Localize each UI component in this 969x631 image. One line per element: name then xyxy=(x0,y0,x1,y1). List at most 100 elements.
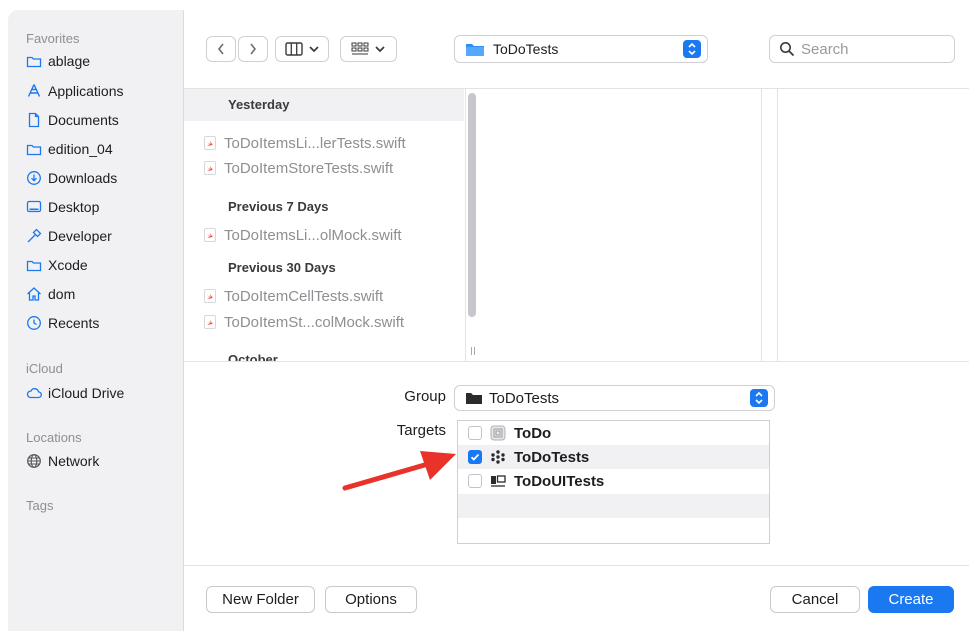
group-header: Previous 30 Days xyxy=(228,260,336,275)
unit-test-target-icon xyxy=(491,450,505,464)
sidebar-section-tags: Tags xyxy=(26,498,54,513)
search-icon xyxy=(780,42,795,57)
clock-icon xyxy=(27,316,41,330)
file-item[interactable]: ToDoItemStoreTests.swift xyxy=(204,156,393,180)
location-label: ToDoTests xyxy=(493,41,559,57)
applications-icon xyxy=(27,84,41,97)
sidebar-item-documents[interactable]: Documents xyxy=(26,107,119,133)
back-button[interactable] xyxy=(206,36,236,62)
sidebar-item-developer[interactable]: Developer xyxy=(26,223,112,249)
chevron-down-icon xyxy=(308,46,319,53)
targets-label: Targets xyxy=(396,422,446,439)
file-browser: Yesterday ToDoItemsLi...lerTests.swift T… xyxy=(184,88,969,362)
target-name: ToDo xyxy=(514,424,552,442)
swift-file-icon xyxy=(204,136,216,150)
sidebar-item-label: iCloud Drive xyxy=(48,385,125,401)
swift-file-icon xyxy=(204,228,216,242)
target-row-todotests[interactable]: ToDoTests xyxy=(458,445,769,469)
sidebar-item-ablage[interactable]: ablage xyxy=(26,48,90,74)
checkmark-icon xyxy=(470,453,480,461)
ui-test-target-icon xyxy=(491,475,506,487)
sidebar-item-icloud-drive[interactable]: iCloud Drive xyxy=(26,380,124,406)
browser-column-recents: Yesterday ToDoItemsLi...lerTests.swift T… xyxy=(184,89,464,361)
view-mode-button[interactable] xyxy=(275,36,329,62)
cloud-icon xyxy=(26,388,42,399)
sidebar-item-label: Desktop xyxy=(48,199,100,215)
desktop-icon xyxy=(26,200,42,213)
hammer-icon xyxy=(27,228,42,243)
folder-icon xyxy=(26,260,42,272)
sidebar-section-icloud: iCloud xyxy=(26,361,63,376)
app-target-icon xyxy=(490,425,506,441)
sidebar-item-edition-04[interactable]: edition_04 xyxy=(26,136,113,162)
sidebar-section-locations: Locations xyxy=(26,430,82,445)
download-icon xyxy=(27,171,41,185)
grid-view-icon xyxy=(351,42,369,55)
swift-file-icon xyxy=(204,315,216,329)
location-popup[interactable]: ToDoTests xyxy=(454,35,708,63)
swift-file-icon xyxy=(204,289,216,303)
sidebar-item-label: edition_04 xyxy=(48,141,113,157)
sidebar-item-label: Applications xyxy=(48,83,124,99)
group-popup[interactable]: ToDoTests xyxy=(454,385,775,411)
folder-icon xyxy=(466,44,484,56)
cancel-button[interactable]: Cancel xyxy=(770,586,860,613)
network-icon xyxy=(27,454,41,468)
folder-icon xyxy=(26,56,42,68)
chevron-left-icon xyxy=(217,43,224,55)
updown-chevron-icon xyxy=(683,40,701,58)
scrollbar-thumb[interactable] xyxy=(468,93,476,317)
group-label: Group xyxy=(404,388,446,405)
target-row-todo[interactable]: ToDo xyxy=(458,421,769,445)
create-button[interactable]: Create xyxy=(868,586,954,613)
sidebar-item-applications[interactable]: Applications xyxy=(26,78,124,104)
sidebar: Favorites ablage Applications Documents … xyxy=(8,10,184,631)
sidebar-item-label: ablage xyxy=(48,53,91,69)
target-row-todouitests[interactable]: ToDoUITests xyxy=(458,469,769,493)
sidebar-item-downloads[interactable]: Downloads xyxy=(26,165,117,191)
chevron-down-icon xyxy=(375,46,385,53)
swift-file-icon xyxy=(204,161,216,175)
search-placeholder: Search xyxy=(801,40,849,58)
target-checkbox-checked[interactable] xyxy=(468,450,482,464)
columns-view-icon xyxy=(284,42,303,56)
target-name: ToDoUITests xyxy=(514,472,605,490)
search-field[interactable]: Search xyxy=(769,35,955,63)
forward-button[interactable] xyxy=(238,36,268,62)
file-item[interactable]: ToDoItemSt...colMock.swift xyxy=(204,310,404,334)
sidebar-item-label: dom xyxy=(48,286,76,302)
group-header: Previous 7 Days xyxy=(228,199,329,214)
new-folder-button[interactable]: New Folder xyxy=(206,586,315,613)
target-checkbox[interactable] xyxy=(468,474,482,488)
folder-icon xyxy=(26,144,42,156)
sidebar-item-recents[interactable]: Recents xyxy=(26,310,99,336)
sidebar-item-label: Recents xyxy=(48,315,100,331)
sidebar-item-label: Xcode xyxy=(48,257,88,273)
target-name: ToDoTests xyxy=(514,448,590,466)
home-icon xyxy=(27,287,41,301)
sidebar-item-dom[interactable]: dom xyxy=(26,281,75,307)
group-header: October xyxy=(228,352,278,361)
group-header: Yesterday xyxy=(228,97,290,112)
sidebar-item-xcode[interactable]: Xcode xyxy=(26,252,88,278)
group-value: ToDoTests xyxy=(489,389,560,407)
chevron-right-icon xyxy=(250,43,257,55)
options-button[interactable]: Options xyxy=(325,586,417,613)
sidebar-item-desktop[interactable]: Desktop xyxy=(26,194,99,220)
document-icon xyxy=(28,112,40,128)
targets-list: ToDo ToDoTests ToDoUITests xyxy=(457,420,770,544)
sidebar-item-label: Developer xyxy=(48,228,112,244)
updown-chevron-icon xyxy=(750,389,768,407)
file-item[interactable]: ToDoItemsLi...lerTests.swift xyxy=(204,131,406,155)
file-item[interactable]: ToDoItemCellTests.swift xyxy=(204,284,383,308)
folder-icon xyxy=(466,393,482,404)
group-by-button[interactable] xyxy=(340,36,397,62)
annotation-arrow-icon xyxy=(342,451,456,491)
file-item[interactable]: ToDoItemsLi...olMock.swift xyxy=(204,223,402,247)
sidebar-item-label: Documents xyxy=(48,112,119,128)
target-checkbox[interactable] xyxy=(468,426,482,440)
sidebar-item-network[interactable]: Network xyxy=(26,448,99,474)
sidebar-item-label: Network xyxy=(48,453,100,469)
sidebar-item-label: Downloads xyxy=(48,170,118,186)
sidebar-section-favorites: Favorites xyxy=(26,31,80,46)
